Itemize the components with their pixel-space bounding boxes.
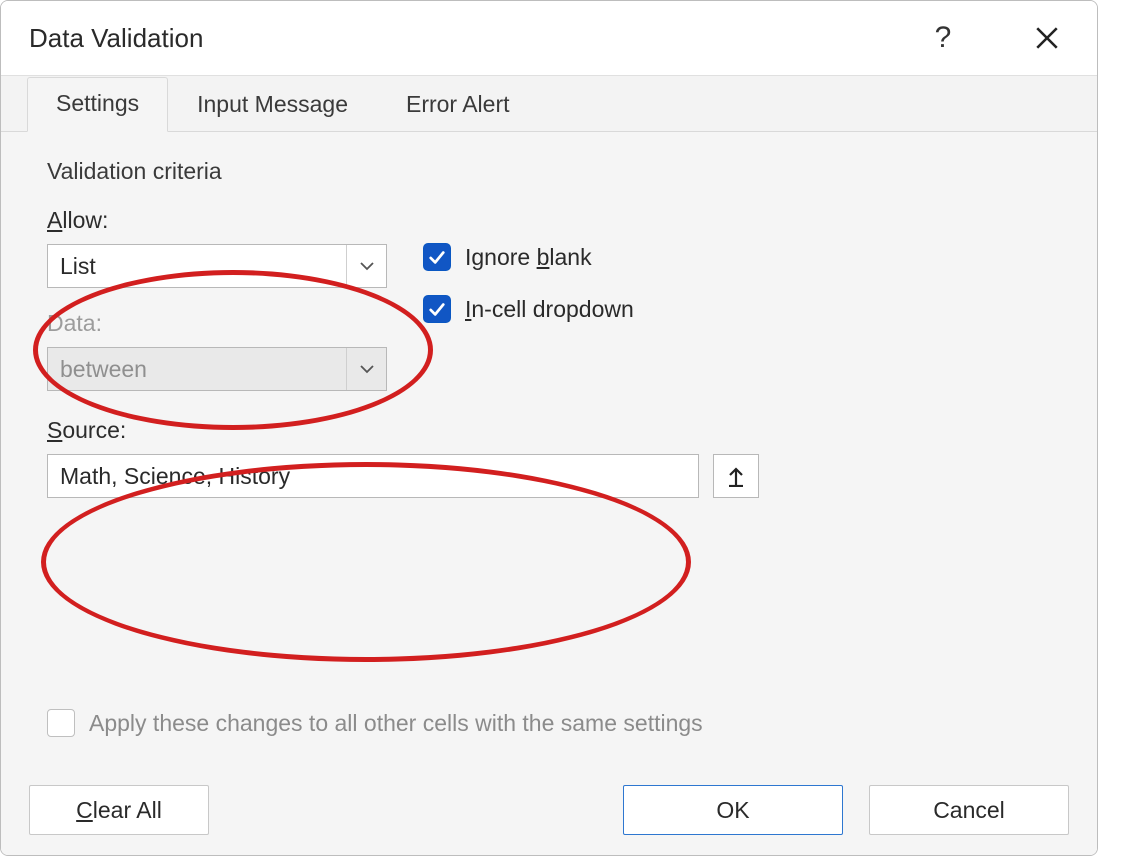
allow-label: Allow: [47,207,387,234]
incell-dropdown-checkbox[interactable]: In-cell dropdown [423,295,634,323]
titlebar: Data Validation ? [1,1,1097,75]
criteria-heading: Validation criteria [47,158,1061,185]
button-bar: Clear All OK Cancel [1,765,1097,855]
apply-all-label: Apply these changes to all other cells w… [89,710,703,737]
allow-dropdown-button[interactable] [346,245,386,287]
incell-dropdown-label: In-cell dropdown [465,296,634,323]
checkbox-empty-icon [47,709,75,737]
help-button[interactable]: ? [921,16,965,60]
clear-all-button[interactable]: Clear All [29,785,209,835]
ignore-blank-checkbox[interactable]: Ignore blank [423,243,634,271]
data-value: between [48,356,346,383]
ignore-blank-label: Ignore blank [465,244,592,271]
settings-panel: Validation criteria Allow: List [1,132,1097,765]
tabstrip: Settings Input Message Error Alert [1,76,1097,132]
data-validation-dialog: Data Validation ? Settings Input Message… [0,0,1098,856]
allow-value: List [48,253,346,280]
range-selector-icon [727,465,745,487]
tab-input-message[interactable]: Input Message [168,78,377,132]
tab-settings[interactable]: Settings [27,77,168,132]
dialog-title: Data Validation [29,23,203,54]
ok-button[interactable]: OK [623,785,843,835]
data-combo: between [47,347,387,391]
help-icon: ? [935,21,952,55]
checkmark-icon [423,243,451,271]
source-label: Source: [47,417,1061,444]
range-selector-button[interactable] [713,454,759,498]
allow-combo[interactable]: List [47,244,387,288]
close-icon [1034,25,1060,51]
tab-error-alert[interactable]: Error Alert [377,78,539,132]
source-input[interactable] [47,454,699,498]
checkmark-icon [423,295,451,323]
data-dropdown-button [346,348,386,390]
close-button[interactable] [1025,16,1069,60]
chevron-down-icon [360,261,374,271]
apply-all-checkbox: Apply these changes to all other cells w… [47,709,703,737]
cancel-button[interactable]: Cancel [869,785,1069,835]
dialog-body: Settings Input Message Error Alert Valid… [1,75,1097,855]
data-label: Data: [47,310,387,337]
chevron-down-icon [360,364,374,374]
